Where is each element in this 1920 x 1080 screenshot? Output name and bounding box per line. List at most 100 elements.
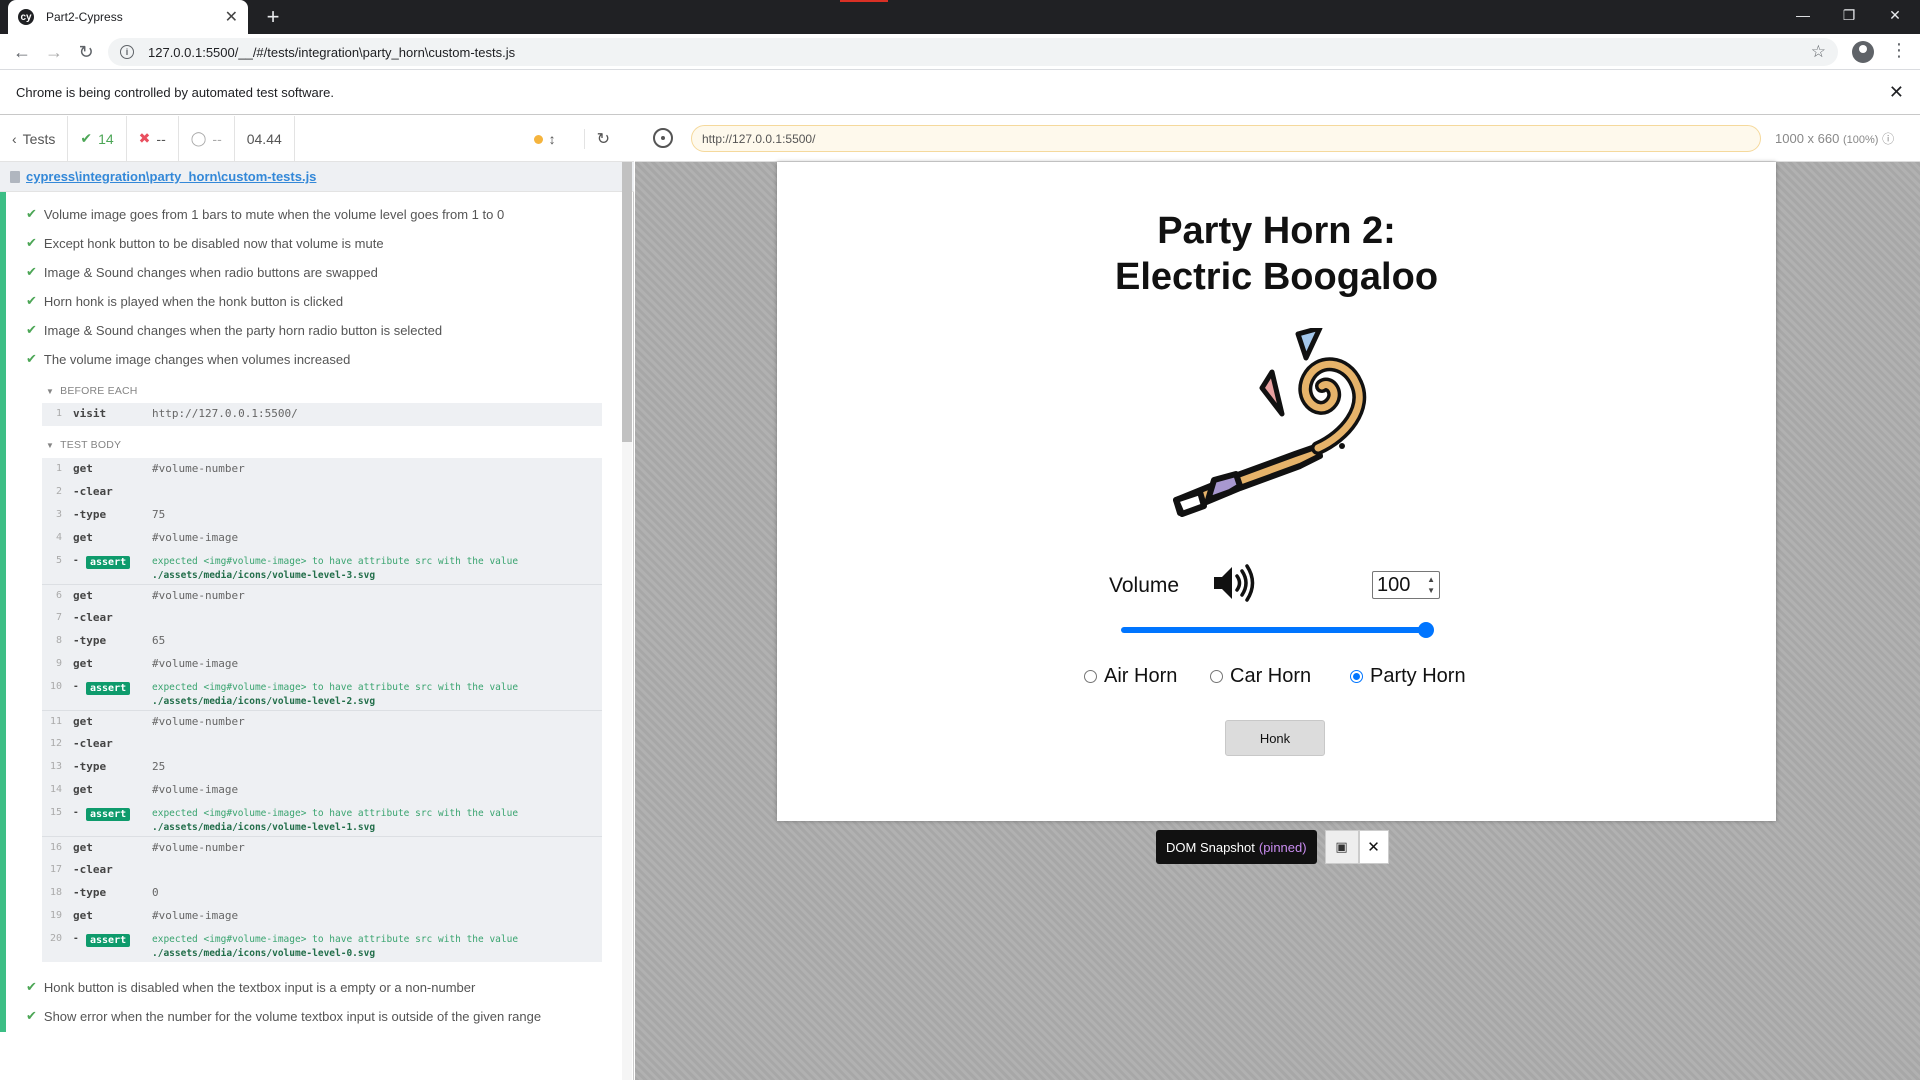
address-url: 127.0.0.1:5500/__/#/tests/integration\pa… — [148, 44, 516, 60]
reload-icon[interactable]: ↻ — [74, 40, 98, 64]
rerun-icon[interactable]: ↻ — [583, 129, 610, 149]
assert-badge: assert — [86, 682, 131, 695]
test-row[interactable]: ✔ Show error when the number for the volu… — [26, 1006, 541, 1026]
caret-down-icon: ▼ — [46, 441, 55, 450]
command-row[interactable]: 9 get #volume-image — [42, 653, 602, 676]
command-row[interactable]: 1 get #volume-number — [42, 458, 602, 481]
radio-air-horn[interactable]: Air Horn — [1084, 662, 1177, 690]
command-row[interactable]: 12 -clear — [42, 733, 602, 756]
minimize-icon[interactable]: — — [1780, 0, 1826, 30]
command-row[interactable]: 19 get #volume-image — [42, 905, 602, 928]
volume-number-input[interactable]: 100 ▲ ▼ — [1372, 571, 1440, 599]
tests-label: Tests — [22, 130, 56, 147]
new-tab-icon[interactable]: + — [260, 4, 286, 30]
dom-snapshot-bar: DOM Snapshot (pinned) ▣ ✕ — [1156, 830, 1389, 864]
selector-playground-icon[interactable] — [653, 128, 673, 148]
radio-button[interactable] — [1350, 669, 1363, 683]
browser-tab-strip: cy Part2-Cypress ✕ + — ❐ ✕ — [0, 0, 1920, 34]
viewport-info-icon[interactable]: ⓘ — [1882, 132, 1894, 146]
viewport-info: 1000 x 660 (100%) ⓘ — [1775, 130, 1894, 147]
command-row[interactable]: 3 -type 75 — [42, 504, 602, 527]
assert-row[interactable]: 10- assert expected <img#volume-image> to … — [42, 676, 602, 710]
dom-snapshot-label: DOM Snapshot (pinned) — [1156, 830, 1317, 864]
test-row[interactable]: ✔ Except honk button to be disabled now t… — [26, 233, 384, 253]
site-info-icon[interactable]: i — [120, 45, 134, 59]
aut-header: http://127.0.0.1:5500/ 1000 x 660 (100%)… — [635, 116, 1920, 162]
cypress-favicon-icon: cy — [18, 9, 34, 25]
profile-avatar-icon[interactable] — [1852, 41, 1874, 63]
duration: 04.44 — [235, 115, 295, 162]
browser-toolbar: ← → ↻ i 127.0.0.1:5500/__/#/tests/integr… — [0, 34, 1920, 70]
before-each-box: 1 visit http://127.0.0.1:5500/ — [42, 403, 602, 426]
window-close-icon[interactable]: ✕ — [1872, 0, 1918, 30]
assert-row[interactable]: 15- assert expected <img#volume-image> to … — [42, 802, 602, 836]
command-row[interactable]: 13 -type 25 — [42, 756, 602, 779]
before-each-label: ▼ BEFORE EACH — [46, 385, 138, 397]
test-title: Show error when the number for the volum… — [43, 1008, 542, 1024]
volume-slider-track[interactable] — [1121, 627, 1429, 633]
cypress-reporter: ‹ Tests ✔ 14 ✖ -- ◯ -- 04.44 ↕ ↻ cypress… — [0, 115, 634, 1080]
bookmark-star-icon[interactable]: ☆ — [1811, 42, 1826, 62]
check-icon: ✔ — [26, 351, 37, 366]
radio-party-horn[interactable]: Party Horn — [1350, 662, 1466, 690]
spinner-arrows-icon[interactable]: ▲ ▼ — [1427, 574, 1435, 596]
assert-row[interactable]: 20- assert expected <img#volume-image> to … — [42, 928, 602, 962]
snapshot-close-icon[interactable]: ✕ — [1358, 830, 1389, 864]
reporter-scrollbar-thumb[interactable] — [622, 162, 632, 442]
header-controls: ↕ ↻ — [533, 116, 634, 162]
file-icon — [10, 170, 20, 183]
test-row[interactable]: ✔ Horn honk is played when the honk butto… — [26, 291, 343, 311]
radio-button[interactable] — [1210, 669, 1223, 683]
test-row[interactable]: ✔ Image & Sound changes when radio button… — [26, 262, 378, 282]
assert-message: expected <img#volume-image> to have attr… — [152, 556, 519, 581]
test-title: Except honk button to be disabled now th… — [43, 235, 384, 251]
snapshot-highlight-icon[interactable]: ▣ — [1324, 830, 1359, 864]
aut-url-bar: http://127.0.0.1:5500/ — [691, 125, 1761, 152]
back-icon[interactable]: ← — [10, 40, 34, 64]
command-row[interactable]: 17 -clear — [42, 859, 602, 882]
tab-close-icon[interactable]: ✕ — [225, 7, 238, 27]
recording-indicator — [840, 0, 888, 2]
command-row[interactable]: 11 get #volume-number — [42, 710, 602, 733]
spec-path[interactable]: cypress\integration\party_horn\custom-te… — [0, 162, 634, 192]
command-row[interactable]: 8 -type 65 — [42, 630, 602, 653]
radio-button[interactable] — [1084, 669, 1097, 683]
app-title: Party Horn 2: Electric Boogaloo — [1114, 210, 1439, 298]
restore-icon[interactable]: ❐ — [1826, 0, 1872, 30]
browser-menu-icon[interactable]: ⋮ — [1890, 40, 1908, 61]
assert-row[interactable]: 5- assert expected <img#volume-image> to h… — [42, 550, 602, 584]
test-row[interactable]: ✔ Image & Sound changes when the party ho… — [26, 320, 442, 340]
check-icon: ✔ — [80, 130, 93, 146]
command-row[interactable]: 4 get #volume-image — [42, 527, 602, 550]
command-row[interactable]: 1 visit http://127.0.0.1:5500/ — [42, 403, 602, 426]
cross-icon: ✖ — [138, 130, 151, 146]
check-icon: ✔ — [26, 264, 37, 279]
honk-button[interactable]: Honk — [1225, 720, 1325, 756]
forward-icon[interactable]: → — [42, 40, 66, 64]
test-row[interactable]: ✔ The volume image changes when volumes i… — [26, 349, 350, 369]
browser-tab[interactable]: cy Part2-Cypress ✕ — [8, 0, 248, 34]
test-row[interactable]: ✔ Volume image goes from 1 bars to mute w… — [26, 204, 504, 224]
volume-slider-thumb[interactable] — [1418, 622, 1434, 638]
pending-circle-icon: ◯ — [190, 130, 207, 146]
test-title: Horn honk is played when the honk button… — [43, 293, 344, 309]
radio-car-horn[interactable]: Car Horn — [1210, 662, 1311, 690]
tests-back-button[interactable]: ‹ Tests — [0, 115, 69, 162]
test-title: Image & Sound changes when radio buttons… — [43, 264, 378, 280]
command-row[interactable]: 6 get #volume-number — [42, 584, 602, 607]
command-row[interactable]: 18 -type 0 — [42, 882, 602, 905]
test-body-label: ▼ TEST BODY — [46, 439, 122, 451]
address-bar[interactable]: i 127.0.0.1:5500/__/#/tests/integration\… — [108, 38, 1838, 66]
auto-scroll-icon[interactable]: ↕ — [549, 131, 556, 147]
suite-pass-rail — [0, 192, 6, 1032]
failed-stat: ✖ -- — [127, 115, 179, 162]
check-icon: ✔ — [26, 293, 37, 308]
aut-url: http://127.0.0.1:5500/ — [702, 131, 816, 146]
command-row[interactable]: 16 get #volume-number — [42, 836, 602, 859]
command-row[interactable]: 7 -clear — [42, 607, 602, 630]
command-row[interactable]: 2 -clear — [42, 481, 602, 504]
command-row[interactable]: 14 get #volume-image — [42, 779, 602, 802]
infobar-close-icon[interactable]: ✕ — [1889, 82, 1904, 103]
test-row[interactable]: ✔ Honk button is disabled when the textbo… — [26, 977, 475, 997]
assert-badge: assert — [86, 808, 131, 821]
